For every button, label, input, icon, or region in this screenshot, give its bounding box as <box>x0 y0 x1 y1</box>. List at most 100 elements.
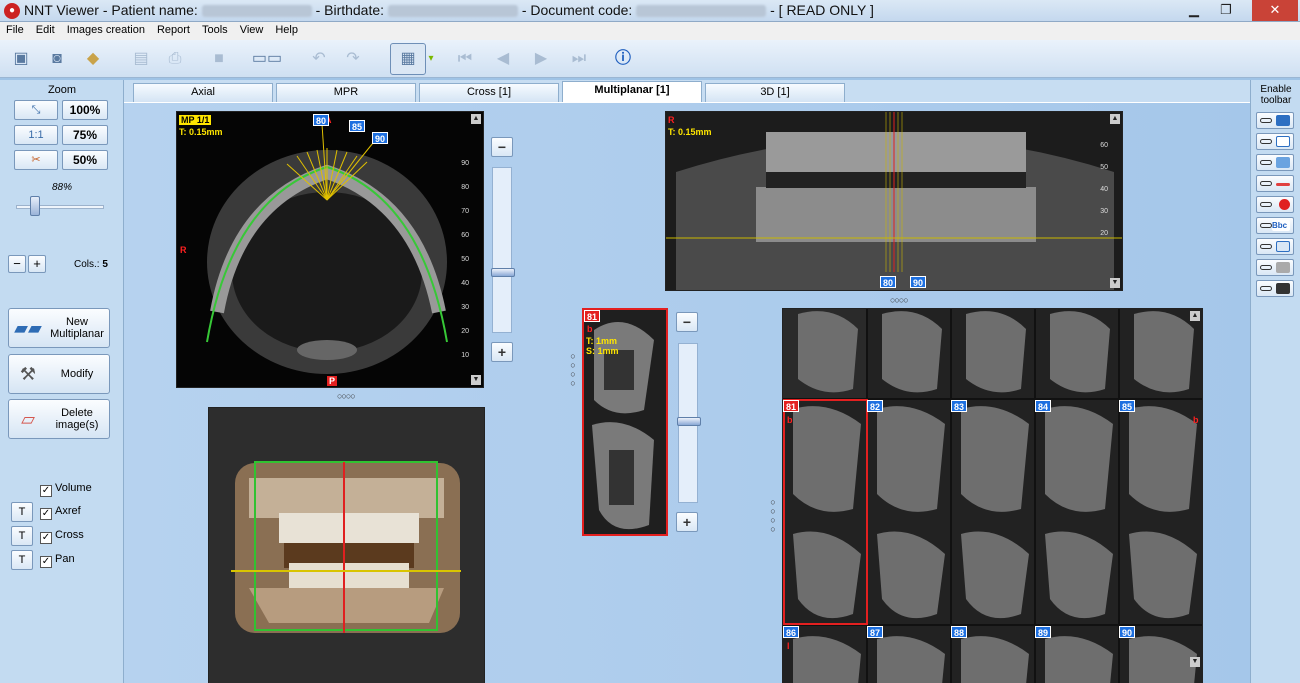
pano-resize-handle[interactable]: ○○○○ <box>890 295 909 305</box>
image-view-icon[interactable]: ▦ <box>390 43 426 75</box>
menu-report[interactable]: Report <box>151 22 196 36</box>
document-icon[interactable]: ▤ <box>128 46 154 72</box>
tab-axial[interactable]: Axial <box>133 83 273 102</box>
cross-check-box[interactable]: ✓ <box>40 532 52 544</box>
layout-grid-icon[interactable]: ▭▭ <box>250 46 284 72</box>
volume-checkbox[interactable]: ✓ Volume <box>40 482 92 497</box>
cross-section-grid[interactable]: 81 82 83 84 85 86 87 88 89 90 b b l ▲ ▼ <box>782 308 1203 683</box>
tab-cross[interactable]: Cross [1] <box>419 83 559 102</box>
grid-tag-90[interactable]: 90 <box>1119 626 1136 638</box>
tool-line-icon[interactable] <box>1256 175 1294 192</box>
volume-check-box[interactable]: ✓ <box>40 485 52 497</box>
slice-tag-80[interactable]: 80 <box>313 114 330 126</box>
zoom-100-button[interactable]: 100% <box>62 100 108 120</box>
cross-slider-thumb[interactable] <box>677 417 701 426</box>
volume-3d-view[interactable] <box>208 407 485 683</box>
tool-image-icon[interactable] <box>1256 238 1294 255</box>
grid-tag-87[interactable]: 87 <box>867 626 884 638</box>
info-icon[interactable]: ⓘ <box>610 46 636 72</box>
dropdown-chevron-icon[interactable]: ▾ <box>426 46 436 72</box>
slice-tag-85[interactable]: 85 <box>349 120 366 132</box>
cross-tag-81[interactable]: 81 <box>584 310 601 322</box>
delete-images-button[interactable]: ▱ Delete image(s) <box>8 399 110 439</box>
tool-text-icon[interactable]: Bbc <box>1256 217 1294 234</box>
axial-scroll-down-icon[interactable]: ▼ <box>471 375 481 385</box>
modify-button[interactable]: ⚒ Modify <box>8 354 110 394</box>
menu-help[interactable]: Help <box>269 22 304 36</box>
zoom-50-button[interactable]: 50% <box>62 150 108 170</box>
panoramic-view[interactable]: T: 0.15mm R 80 90 60 50 40 30 20 ▲ ▼ <box>665 111 1123 291</box>
menu-images-creation[interactable]: Images creation <box>61 22 151 36</box>
save-icon[interactable]: ▣ <box>8 46 34 72</box>
next-icon[interactable]: ▶ <box>528 46 554 72</box>
tool-multiplanar-icon[interactable] <box>1256 112 1294 129</box>
pano-scroll-up-icon[interactable]: ▲ <box>1110 114 1120 124</box>
prev-icon[interactable]: ◀ <box>490 46 516 72</box>
camera-icon[interactable]: ◙ <box>44 46 70 72</box>
eraser-icon[interactable]: ◆ <box>80 46 106 72</box>
axial-view[interactable]: MP 1/1 T: 0.15mm A R P 80 85 90 90 80 70… <box>176 111 484 388</box>
cross-minus-button[interactable]: − <box>676 312 698 332</box>
axial-plus-button[interactable]: + <box>491 342 513 362</box>
tool-delete-icon[interactable] <box>1256 259 1294 276</box>
cross-section-single[interactable]: 81 b T: 1mm S: 1mm <box>582 308 668 536</box>
grid-tag-86[interactable]: 86 <box>783 626 800 638</box>
close-button[interactable]: ✕ <box>1252 0 1298 21</box>
actual-size-icon[interactable]: 1:1 <box>14 125 58 145</box>
pano-tag-90[interactable]: 90 <box>910 276 927 288</box>
grid-tag-84[interactable]: 84 <box>1035 400 1052 412</box>
menu-file[interactable]: File <box>0 22 30 36</box>
axref-t-button[interactable]: T <box>11 502 33 522</box>
cross-resize-handle-left[interactable]: ○○○○ <box>568 351 578 387</box>
menu-tools[interactable]: Tools <box>196 22 234 36</box>
fit-window-icon[interactable]: ⤡ <box>14 100 58 120</box>
pano-tag-80[interactable]: 80 <box>880 276 897 288</box>
stop-icon[interactable]: ■ <box>206 46 232 72</box>
maximize-button[interactable]: ❐ <box>1210 0 1242 21</box>
last-icon[interactable]: ⏭ <box>566 46 592 72</box>
menu-view[interactable]: View <box>234 22 270 36</box>
axial-slice-slider[interactable] <box>491 167 515 333</box>
redo-icon[interactable]: ↷ <box>340 46 366 72</box>
pano-scroll-down-icon[interactable]: ▼ <box>1110 278 1120 288</box>
tool-point-icon[interactable] <box>1256 196 1294 213</box>
menu-edit[interactable]: Edit <box>30 22 61 36</box>
axref-check-box[interactable]: ✓ <box>40 508 52 520</box>
cross-t-button[interactable]: T <box>11 526 33 546</box>
grid-tag-85[interactable]: 85 <box>1119 400 1136 412</box>
grid-tag-82[interactable]: 82 <box>867 400 884 412</box>
grid-scroll-down-icon[interactable]: ▼ <box>1190 657 1200 667</box>
tab-3d[interactable]: 3D [1] <box>705 83 845 102</box>
axial-resize-handle[interactable]: ○○○○ <box>337 391 356 401</box>
axial-slider-thumb[interactable] <box>491 268 515 277</box>
grid-tag-88[interactable]: 88 <box>951 626 968 638</box>
axref-checkbox[interactable]: ✓ Axref <box>40 505 81 520</box>
axial-minus-button[interactable]: − <box>491 137 513 157</box>
axial-scroll-up-icon[interactable]: ▲ <box>471 114 481 124</box>
tool-measure-icon[interactable] <box>1256 133 1294 150</box>
grid-scroll-up-icon[interactable]: ▲ <box>1190 311 1200 321</box>
tab-multiplanar[interactable]: Multiplanar [1] <box>562 81 702 102</box>
cross-slice-slider[interactable] <box>677 343 701 503</box>
minimize-button[interactable]: ▁ <box>1178 0 1210 21</box>
first-icon[interactable]: ⏮ <box>452 46 478 72</box>
tab-mpr[interactable]: MPR <box>276 83 416 102</box>
tool-ruler-icon[interactable] <box>1256 154 1294 171</box>
undo-icon[interactable]: ↶ <box>306 46 332 72</box>
cols-decrease-button[interactable]: − <box>8 255 26 273</box>
zoom-75-button[interactable]: 75% <box>62 125 108 145</box>
grid-tag-83[interactable]: 83 <box>951 400 968 412</box>
zoom-tool-icon[interactable]: ✂ <box>14 150 58 170</box>
tool-eraser-icon[interactable] <box>1256 280 1294 297</box>
pan-check-box[interactable]: ✓ <box>40 556 52 568</box>
pan-checkbox[interactable]: ✓ Pan <box>40 553 75 568</box>
cross-plus-button[interactable]: + <box>676 512 698 532</box>
cols-increase-button[interactable]: + <box>28 255 46 273</box>
pan-t-button[interactable]: T <box>11 550 33 570</box>
grid-resize-handle-left[interactable]: ○○○○ <box>768 497 778 533</box>
grid-tag-81[interactable]: 81 <box>783 400 800 412</box>
grid-tag-89[interactable]: 89 <box>1035 626 1052 638</box>
print-icon[interactable]: ⎙ <box>162 46 188 72</box>
zoom-slider-thumb[interactable] <box>30 196 40 216</box>
cross-checkbox[interactable]: ✓ Cross <box>40 529 84 544</box>
